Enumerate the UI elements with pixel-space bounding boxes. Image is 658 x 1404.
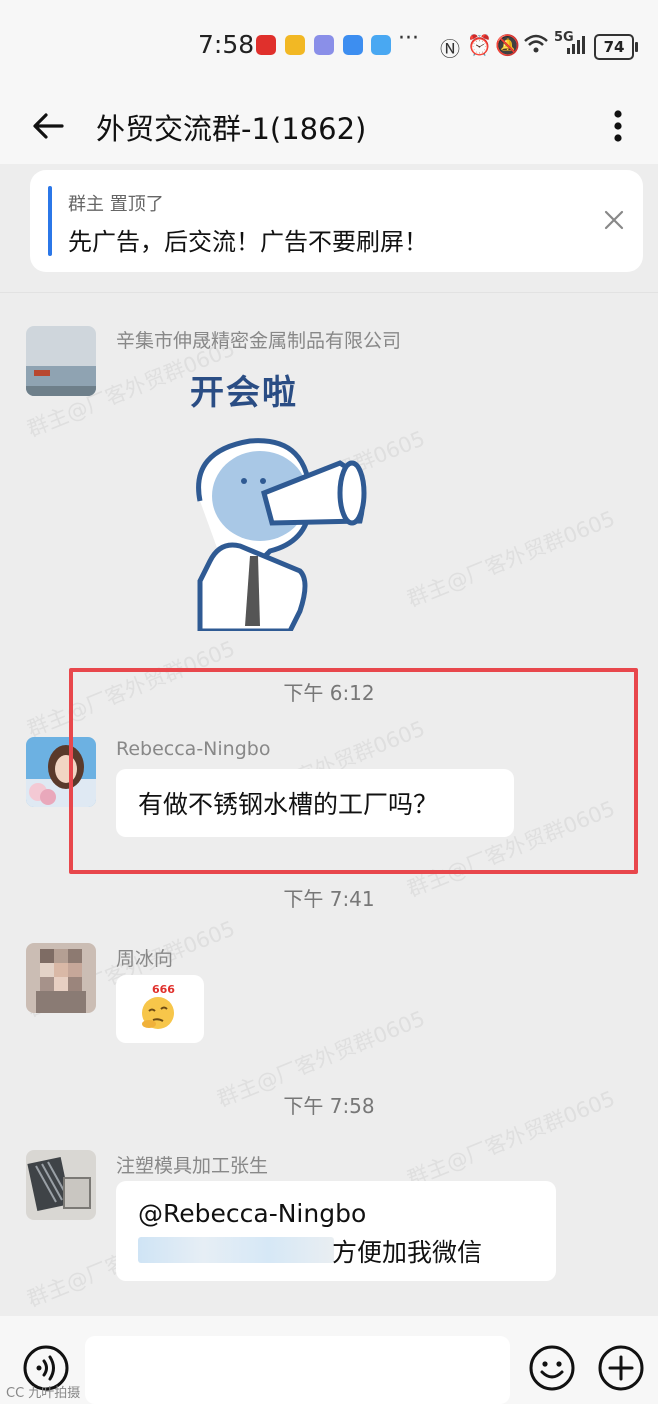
sender-name: 周冰向 [116,948,174,970]
chat-title: 外贸交流群-1(1862) [96,112,367,146]
timestamp: 下午 7:41 [283,887,375,911]
app-notification-icon [314,35,334,55]
pinned-meta: 群主 置顶了 [68,194,164,215]
battery-indicator: 74 [594,34,638,60]
avatar[interactable] [26,1150,96,1220]
message-bubble[interactable]: @Rebecca-Ningbo 方便加我微信 [116,1181,556,1281]
plus-icon[interactable] [597,1344,645,1392]
status-bar: 7:58 ··· Ⓝ ⏰ 🔕 5G 74 [0,0,658,92]
timestamp: 下午 7:58 [283,1094,375,1118]
message-input[interactable] [85,1336,510,1404]
thinking-emoji-icon [142,997,174,1029]
sender-name: 注塑模具加工张生 [116,1155,269,1177]
sticker-caption: 开会啦 [190,373,298,413]
alarm-icon: ⏰ [467,33,492,57]
watermark: 群主@厂客外贸群0605 [403,506,619,612]
chat-header: 外贸交流群-1(1862) [0,92,658,164]
app-notification-icon [256,35,276,55]
mention-text: @Rebecca-Ningbo [138,1199,367,1228]
mail-notification-icon [285,35,305,55]
redacted-phone [138,1237,334,1263]
mute-icon: 🔕 [495,33,520,57]
input-bar [0,1316,658,1404]
nfc-icon: Ⓝ [440,37,460,61]
corner-watermark: CC 九叶拍摄 [6,1386,81,1401]
pinned-text: 先广告，后交流！广告不要刷屏！ [68,228,428,256]
sender-name: 辛集市伸晟精密金属制品有限公司 [116,330,402,352]
megaphone-character-icon [196,438,367,631]
highlight-box [69,668,638,874]
pinned-accent-bar [48,186,52,256]
back-arrow-icon[interactable] [28,104,72,148]
signal-icon [566,33,588,60]
emoji-badge-text: 666 [152,983,175,996]
close-icon[interactable] [600,206,628,234]
pinned-announcement[interactable]: 群主 置顶了 先广告，后交流！广告不要刷屏！ [30,170,643,272]
message-text: 方便加我微信 [332,1238,483,1267]
weather-notification-icon [371,35,391,55]
status-time: 7:58 [198,30,255,59]
more-notifications-icon: ··· [398,26,419,51]
cloud-notification-icon [343,35,363,55]
emoji-icon[interactable] [528,1344,576,1392]
sticker-message[interactable]: 开会啦 [160,361,390,631]
more-options-icon[interactable] [600,104,636,148]
message-bubble[interactable]: 666 [116,975,204,1043]
wifi-icon [523,33,549,60]
avatar[interactable] [26,943,96,1013]
avatar[interactable] [26,326,96,396]
